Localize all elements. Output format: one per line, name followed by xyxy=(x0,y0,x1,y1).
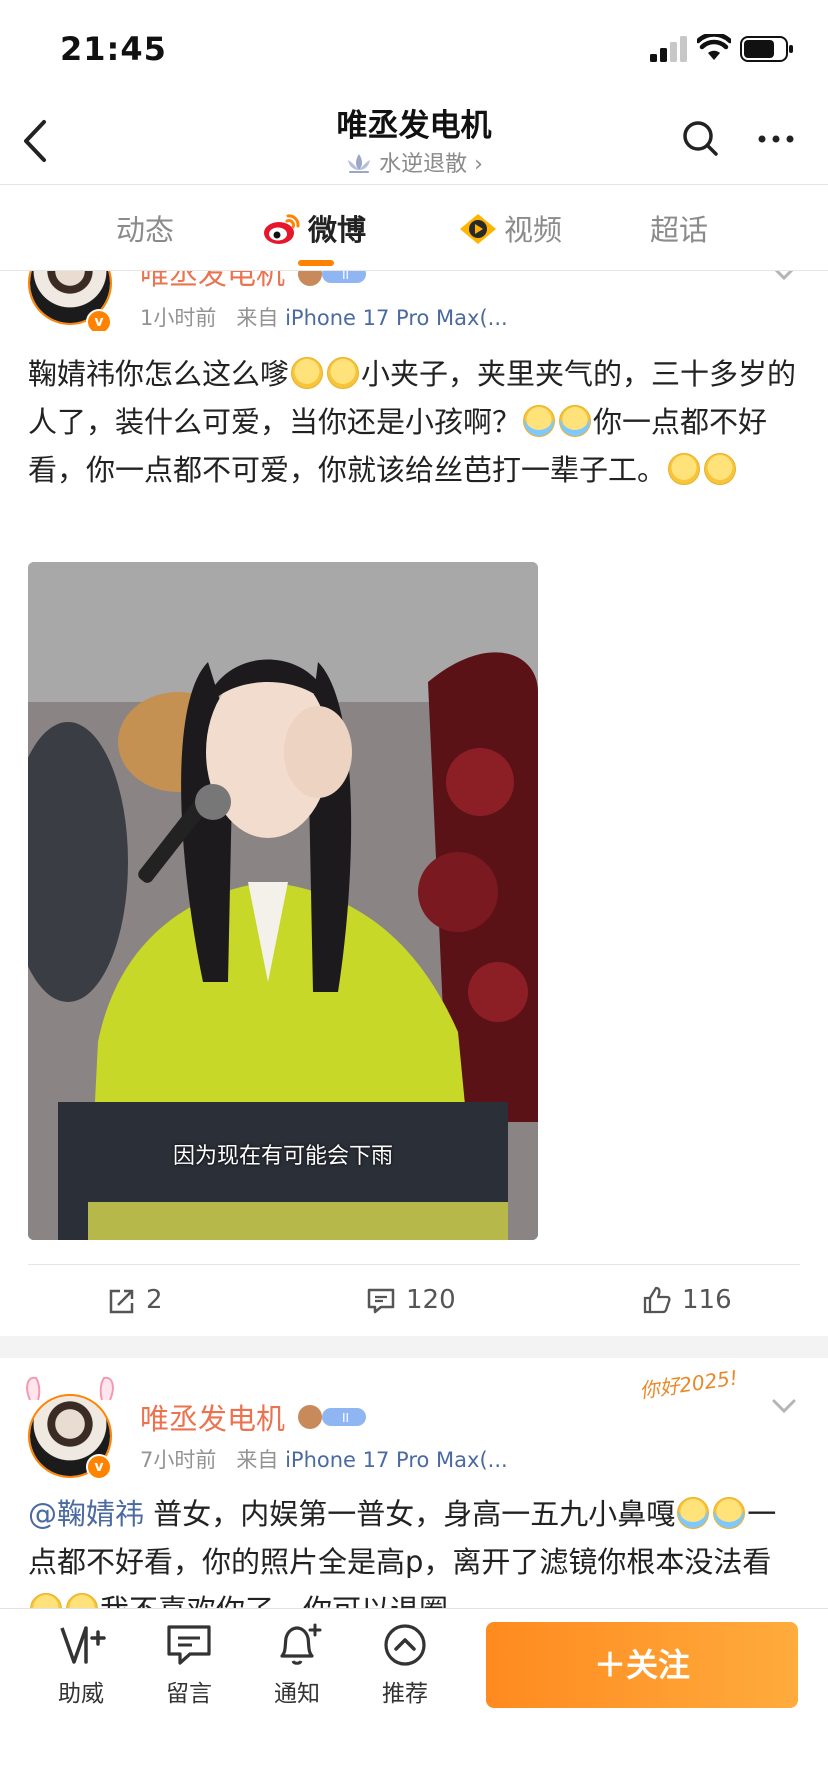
battery-icon xyxy=(740,36,793,62)
crying-face-emoji-icon xyxy=(713,1497,746,1529)
bell-icon xyxy=(280,1623,322,1665)
tab-label: 动态 xyxy=(116,213,175,247)
post-source-prefix: 来自 xyxy=(236,1448,279,1472)
nav-label: 推荐 xyxy=(382,1681,428,1707)
post-username[interactable]: 唯丞发电机 xyxy=(140,1396,285,1438)
active-tab-indicator xyxy=(298,260,334,266)
bunny-ears-decoration-icon xyxy=(26,1376,114,1401)
subtitle-text: 水逆退散 xyxy=(379,152,468,177)
post-text-part: 我不喜欢你了，你可以退圈 xyxy=(100,1593,448,1608)
nav-label: 留言 xyxy=(166,1681,212,1707)
search-icon[interactable] xyxy=(680,118,720,158)
header-divider xyxy=(0,184,828,185)
post-meta: 7小时前 来自 iPhone 17 Pro Max(... xyxy=(140,1444,508,1474)
shy-face-emoji-icon xyxy=(30,1593,62,1608)
tab-dynamic[interactable]: 动态 xyxy=(116,208,174,252)
subtitle-chevron-icon: › xyxy=(474,152,483,177)
svg-text:II: II xyxy=(342,271,349,282)
post-text[interactable]: 鞠婧祎你怎么这么嗲 小夹子，夹里夹气的，三十多岁的人了，装什么可爱，当你还是小孩啊… xyxy=(28,350,798,494)
image-caption: 因为现在有可能会下雨 xyxy=(172,1144,393,1169)
nav-notify[interactable]: 通知 xyxy=(252,1622,342,1708)
tab-label: 超话 xyxy=(650,213,709,247)
nav-cheer[interactable]: 助威 xyxy=(36,1622,126,1708)
post-source[interactable]: iPhone 17 Pro Max(... xyxy=(285,306,508,330)
verified-badge: v xyxy=(86,309,112,331)
post-separator xyxy=(0,1336,828,1358)
lotus-icon xyxy=(348,154,371,173)
more-icon[interactable] xyxy=(756,124,796,154)
mention-link[interactable]: @鞠婧祎 xyxy=(28,1497,144,1531)
comment-icon xyxy=(367,1288,395,1314)
chevron-down-icon[interactable] xyxy=(770,1396,798,1416)
nav-label: 通知 xyxy=(274,1681,320,1707)
nav-recommend[interactable]: 推荐 xyxy=(360,1622,450,1708)
post-text-part: 鞠婧祎你怎么这么嗲 xyxy=(28,357,290,391)
crying-face-emoji-icon xyxy=(559,405,592,437)
repost-count: 2 xyxy=(146,1285,163,1315)
nav-label: 助威 xyxy=(58,1681,104,1707)
tab-video[interactable]: 视频 xyxy=(458,208,562,252)
signal-icon xyxy=(650,36,687,62)
like-count: 116 xyxy=(682,1285,732,1315)
tab-super-topic[interactable]: 超话 xyxy=(650,208,708,252)
tab-weibo[interactable]: 微博 xyxy=(262,208,366,252)
crying-face-emoji-icon xyxy=(523,405,556,437)
nav-message[interactable]: 留言 xyxy=(144,1622,234,1708)
repost-button[interactable]: 2 xyxy=(108,1280,163,1320)
cheer-icon xyxy=(60,1626,106,1664)
thumbs-up-icon xyxy=(643,1286,671,1314)
comment-count: 120 xyxy=(406,1285,456,1315)
post-image[interactable]: 因为现在有可能会下雨 xyxy=(28,562,538,1240)
post-source-prefix: 来自 xyxy=(236,306,279,330)
crying-face-emoji-icon xyxy=(677,1497,710,1529)
tab-label: 视频 xyxy=(504,213,563,247)
post-username[interactable]: 唯丞发电机 xyxy=(140,271,285,293)
post-time: 1小时前 xyxy=(140,306,217,330)
post-source[interactable]: iPhone 17 Pro Max(... xyxy=(285,1448,508,1472)
shy-face-emoji-icon xyxy=(66,1593,98,1608)
new-year-decoration: 你好2025! xyxy=(637,1365,740,1403)
repost-icon xyxy=(109,1289,134,1314)
verified-badge: v xyxy=(86,1454,112,1480)
smile-emoji-icon xyxy=(668,453,701,485)
shy-face-emoji-icon xyxy=(327,357,360,389)
message-icon xyxy=(167,1625,211,1665)
level-badge-icon: II xyxy=(298,271,366,286)
svg-text:II: II xyxy=(342,1411,349,1425)
shy-face-emoji-icon xyxy=(291,357,324,389)
post-text-clip: @鞠婧祎 普女，内娱第一普女，身高一五九小鼻嘎 一点都不好看，你的照片全是高p，离… xyxy=(0,1490,828,1608)
post-meta: 1小时前 来自 iPhone 17 Pro Max(... xyxy=(140,302,508,332)
chevron-down-icon[interactable] xyxy=(770,271,798,283)
post-text[interactable]: @鞠婧祎 普女，内娱第一普女，身高一五九小鼻嘎 一点都不好看，你的照片全是高p，离… xyxy=(28,1490,798,1608)
status-time: 21:45 xyxy=(60,30,167,68)
level-badge-icon: II xyxy=(298,1405,366,1429)
actions-divider xyxy=(28,1264,800,1265)
tab-label: 微博 xyxy=(308,213,367,247)
wifi-icon xyxy=(697,34,731,60)
like-button[interactable]: 116 xyxy=(642,1280,732,1320)
video-icon xyxy=(460,214,496,244)
comment-button[interactable]: 120 xyxy=(366,1280,456,1320)
follow-button[interactable]: ＋关注 xyxy=(486,1622,798,1708)
post-text-part: 普女，内娱第一普女，身高一五九小鼻嘎 xyxy=(144,1497,676,1531)
smile-emoji-icon xyxy=(704,453,737,485)
weibo-icon xyxy=(264,214,300,244)
post-time: 7小时前 xyxy=(140,1448,217,1472)
recommend-icon xyxy=(384,1624,426,1666)
